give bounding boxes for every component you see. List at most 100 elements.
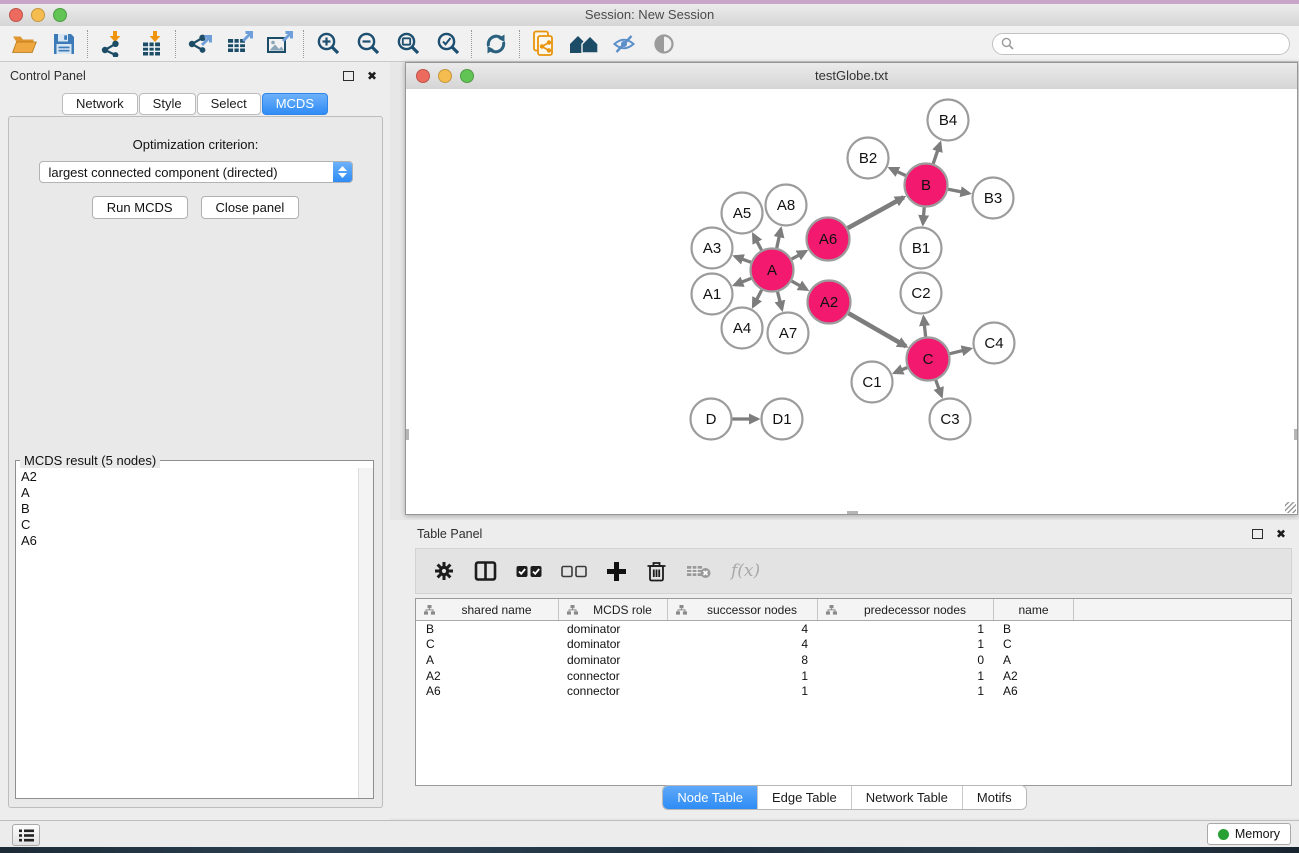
- edge-B-B2[interactable]: [890, 168, 905, 175]
- edge-A6-B[interactable]: [848, 197, 904, 228]
- toolbar-separator: [519, 30, 521, 58]
- deselect-all-icon[interactable]: [561, 565, 587, 578]
- zoom-in-icon[interactable]: [308, 28, 348, 60]
- table-cell: 1: [668, 669, 818, 683]
- select-all-icon[interactable]: [516, 565, 542, 578]
- table-cell: B: [994, 622, 1074, 636]
- import-network-icon[interactable]: [92, 28, 132, 60]
- result-item[interactable]: B: [16, 501, 359, 517]
- table-cell: A6: [416, 684, 559, 698]
- result-item[interactable]: C: [16, 517, 359, 533]
- zoom-fit-icon[interactable]: [388, 28, 428, 60]
- node-label-A2: A2: [820, 294, 838, 311]
- tab-motifs[interactable]: Motifs: [962, 786, 1026, 809]
- export-image-icon[interactable]: [260, 28, 300, 60]
- table-row[interactable]: A2connector11A2: [416, 668, 1291, 684]
- column-header-predecessor-nodes[interactable]: predecessor nodes: [818, 599, 994, 620]
- table-row[interactable]: A6connector11A6: [416, 683, 1291, 699]
- edge-C-C3[interactable]: [936, 380, 942, 396]
- tab-node-table[interactable]: Node Table: [663, 786, 757, 809]
- edge-B-B4[interactable]: [933, 143, 940, 163]
- hide-graphics-icon[interactable]: [604, 28, 644, 60]
- columns-icon[interactable]: [474, 560, 497, 582]
- memory-button[interactable]: Memory: [1207, 823, 1291, 845]
- column-header-name[interactable]: name: [994, 599, 1074, 620]
- result-item[interactable]: A6: [16, 533, 359, 549]
- result-item[interactable]: A2: [16, 469, 359, 485]
- resize-handle-bottom[interactable]: [847, 511, 858, 514]
- edge-A-A1[interactable]: [735, 278, 751, 285]
- tab-network[interactable]: Network: [62, 93, 138, 115]
- import-table-icon[interactable]: [132, 28, 172, 60]
- edge-A2-C[interactable]: [848, 313, 905, 346]
- result-item[interactable]: A: [16, 485, 359, 501]
- close-panel-icon[interactable]: ✖: [367, 70, 377, 82]
- criterion-dropdown[interactable]: largest connected component (directed): [39, 161, 353, 183]
- houses-icon[interactable]: [564, 28, 604, 60]
- run-mcds-button[interactable]: Run MCDS: [92, 196, 188, 219]
- tab-style[interactable]: Style: [139, 93, 196, 115]
- edge-C-C1[interactable]: [895, 368, 908, 373]
- clone-network-icon[interactable]: [524, 28, 564, 60]
- resize-handle-left[interactable]: [406, 429, 409, 440]
- column-header-successor-nodes[interactable]: successor nodes: [668, 599, 818, 620]
- result-scrollbar[interactable]: [358, 468, 373, 798]
- table-row[interactable]: Bdominator41B: [416, 621, 1291, 637]
- open-file-icon[interactable]: [4, 28, 44, 60]
- show-graphics-icon[interactable]: [644, 28, 684, 60]
- search-input[interactable]: [1020, 36, 1281, 52]
- search-field[interactable]: [992, 33, 1290, 55]
- node-label-A4: A4: [733, 320, 751, 337]
- zoom-out-icon[interactable]: [348, 28, 388, 60]
- node-label-A: A: [767, 262, 777, 279]
- column-header-shared-name[interactable]: shared name: [416, 599, 559, 620]
- list-icon: [19, 829, 34, 842]
- gear-icon[interactable]: [433, 560, 455, 582]
- mcds-tab-content: Optimization criterion: largest connecte…: [8, 116, 383, 808]
- export-network-icon[interactable]: [180, 28, 220, 60]
- trash-icon[interactable]: [646, 560, 667, 583]
- column-type-icon: [424, 605, 435, 615]
- close-panel-icon[interactable]: ✖: [1276, 528, 1286, 540]
- close-panel-button[interactable]: Close panel: [201, 196, 300, 219]
- edge-B-B1[interactable]: [923, 207, 924, 223]
- table-cell: dominator: [559, 637, 668, 651]
- tab-edge-table[interactable]: Edge Table: [757, 786, 851, 809]
- edge-A-A8[interactable]: [777, 229, 781, 248]
- export-table-icon[interactable]: [220, 28, 260, 60]
- search-icon: [1001, 37, 1014, 50]
- add-icon[interactable]: [606, 561, 627, 582]
- table-row[interactable]: Adominator80A: [416, 652, 1291, 668]
- zoom-selected-icon[interactable]: [428, 28, 468, 60]
- toolbar-separator: [303, 30, 305, 58]
- main-toolbar: [0, 26, 1299, 62]
- tab-mcds[interactable]: MCDS: [262, 93, 328, 115]
- edge-A-A6[interactable]: [792, 251, 806, 259]
- resize-handle-right[interactable]: [1294, 429, 1297, 440]
- edge-A-A2[interactable]: [792, 281, 807, 290]
- edge-C-C4[interactable]: [950, 349, 970, 354]
- tab-network-table[interactable]: Network Table: [851, 786, 962, 809]
- table-cell: dominator: [559, 622, 668, 636]
- edge-A-A7[interactable]: [778, 292, 782, 309]
- edge-A-A3[interactable]: [735, 256, 751, 262]
- node-label-C: C: [923, 351, 934, 368]
- edge-A-A5[interactable]: [753, 235, 761, 250]
- refresh-icon[interactable]: [476, 28, 516, 60]
- float-panel-icon[interactable]: [343, 71, 354, 81]
- edge-B-B3[interactable]: [948, 189, 969, 193]
- table-tabs: Node TableEdge TableNetwork TableMotifs: [662, 785, 1026, 810]
- edge-A-A4[interactable]: [753, 290, 761, 306]
- network-canvas[interactable]: B4B2BB3A5A8A6A3B1AA1C2A2A4A7C4CC1C3DD1: [406, 89, 1297, 514]
- window-title: Session: New Session: [0, 7, 1299, 22]
- node-label-C4: C4: [984, 335, 1003, 352]
- save-icon[interactable]: [44, 28, 84, 60]
- float-panel-icon[interactable]: [1252, 529, 1263, 539]
- toolbar-separator: [175, 30, 177, 58]
- show-panels-button[interactable]: [12, 824, 40, 846]
- column-header-MCDS-role[interactable]: MCDS role: [559, 599, 668, 620]
- table-row[interactable]: Cdominator41C: [416, 637, 1291, 653]
- tab-select[interactable]: Select: [197, 93, 261, 115]
- resize-grip-icon[interactable]: [1285, 502, 1296, 513]
- edge-C-C2[interactable]: [924, 317, 926, 336]
